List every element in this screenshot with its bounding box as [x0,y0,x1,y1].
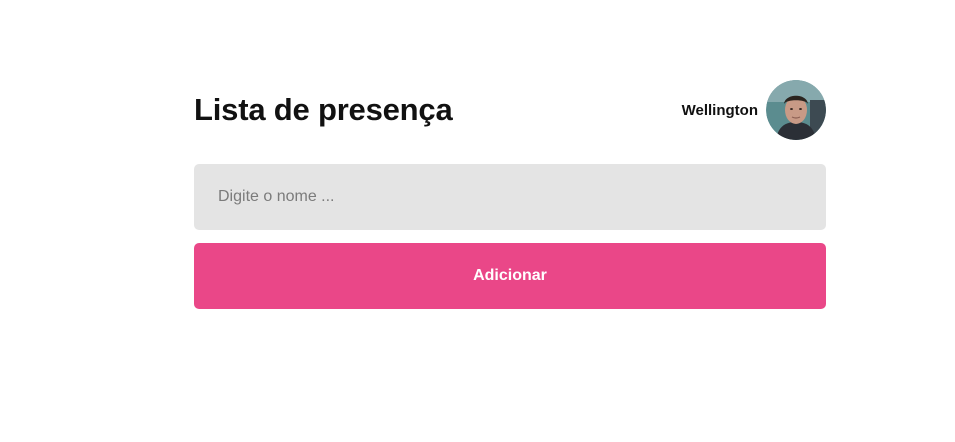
add-button[interactable]: Adicionar [194,243,826,309]
main-container: Lista de presença Wellington Digite o no… [194,80,826,309]
user-profile: Wellington [682,80,826,140]
avatar [766,80,826,140]
user-name: Wellington [681,101,758,119]
page-header: Lista de presença Wellington [194,80,826,140]
name-input[interactable] [194,164,826,230]
page-title: Lista de presença [194,92,453,127]
